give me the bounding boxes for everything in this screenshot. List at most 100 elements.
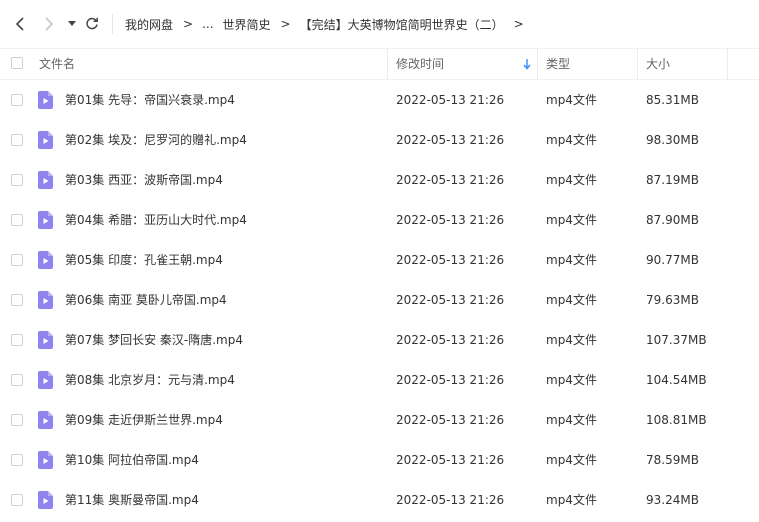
chevron-left-icon (15, 17, 24, 31)
file-type: mp4文件 (546, 93, 597, 107)
nav-divider (112, 14, 113, 34)
row-checkbox[interactable] (11, 294, 23, 306)
file-size: 107.37MB (646, 333, 707, 347)
file-modified: 2022-05-13 21:26 (396, 453, 505, 467)
refresh-button[interactable] (84, 15, 100, 33)
column-divider[interactable] (727, 49, 728, 79)
file-size: 85.31MB (646, 93, 699, 107)
chevron-right-icon (45, 17, 54, 31)
select-all-checkbox[interactable] (11, 57, 23, 69)
breadcrumb-separator: > (183, 17, 194, 31)
file-row[interactable]: 第07集 梦回长安 秦汉-隋唐.mp4 2022-05-13 21:26 mp4文件… (0, 320, 759, 360)
file-modified: 2022-05-13 21:26 (396, 493, 505, 507)
file-name[interactable]: 第11集 奥斯曼帝国.mp4 (65, 480, 199, 520)
file-type: mp4文件 (546, 453, 597, 467)
file-size: 104.54MB (646, 373, 707, 387)
column-divider[interactable] (387, 49, 388, 79)
video-file-icon (38, 131, 53, 149)
row-checkbox[interactable] (11, 214, 23, 226)
file-name[interactable]: 第04集 希腊：亚历山大时代.mp4 (65, 200, 247, 240)
file-size: 78.59MB (646, 453, 699, 467)
back-button[interactable] (12, 15, 28, 33)
row-checkbox[interactable] (11, 254, 23, 266)
column-divider[interactable] (637, 49, 638, 79)
row-checkbox[interactable] (11, 174, 23, 186)
column-type[interactable]: 类型 (546, 49, 570, 79)
column-modified[interactable]: 修改时间 (396, 49, 444, 79)
file-size: 93.24MB (646, 493, 699, 507)
file-modified: 2022-05-13 21:26 (396, 413, 505, 427)
file-row[interactable]: 第10集 阿拉伯帝国.mp4 2022-05-13 21:26 mp4文件 78.59… (0, 440, 759, 480)
file-row[interactable]: 第06集 南亚 莫卧儿帝国.mp4 2022-05-13 21:26 mp4文件 79… (0, 280, 759, 320)
column-size[interactable]: 大小 (646, 49, 670, 79)
video-file-icon (38, 251, 53, 269)
column-header: 文件名 修改时间 类型 大小 (0, 49, 759, 80)
caret-down-icon (68, 21, 76, 26)
video-file-icon (38, 171, 53, 189)
file-name[interactable]: 第07集 梦回长安 秦汉-隋唐.mp4 (65, 320, 243, 360)
file-type: mp4文件 (546, 173, 597, 187)
file-row[interactable]: 第01集 先导：帝国兴衰录.mp4 2022-05-13 21:26 mp4文件 85… (0, 80, 759, 120)
file-name[interactable]: 第05集 印度：孔雀王朝.mp4 (65, 240, 223, 280)
row-checkbox[interactable] (11, 494, 23, 506)
file-row[interactable]: 第03集 西亚：波斯帝国.mp4 2022-05-13 21:26 mp4文件 87.… (0, 160, 759, 200)
row-checkbox[interactable] (11, 94, 23, 106)
file-row[interactable]: 第09集 走近伊斯兰世界.mp4 2022-05-13 21:26 mp4文件 108… (0, 400, 759, 440)
video-file-icon (38, 411, 53, 429)
file-row[interactable]: 第04集 希腊：亚历山大时代.mp4 2022-05-13 21:26 mp4文件 8… (0, 200, 759, 240)
breadcrumb-item-root[interactable]: 我的网盘 (125, 16, 173, 33)
row-checkbox[interactable] (11, 334, 23, 346)
history-dropdown-button[interactable] (67, 18, 77, 30)
refresh-icon (86, 17, 98, 30)
breadcrumb-ellipsis[interactable]: ... (202, 17, 213, 31)
file-modified: 2022-05-13 21:26 (396, 133, 505, 147)
file-size: 108.81MB (646, 413, 707, 427)
sort-down-arrow-icon[interactable] (523, 58, 531, 70)
row-checkbox[interactable] (11, 374, 23, 386)
file-name[interactable]: 第03集 西亚：波斯帝国.mp4 (65, 160, 223, 200)
file-name[interactable]: 第08集 北京岁月：元与清.mp4 (65, 360, 235, 400)
row-checkbox[interactable] (11, 414, 23, 426)
file-list: 第01集 先导：帝国兴衰录.mp4 2022-05-13 21:26 mp4文件 85… (0, 80, 759, 520)
column-name[interactable]: 文件名 (39, 49, 75, 79)
file-row[interactable]: 第02集 埃及：尼罗河的赠礼.mp4 2022-05-13 21:26 mp4文件 9… (0, 120, 759, 160)
breadcrumb-separator: > (513, 17, 524, 31)
forward-button[interactable] (41, 15, 57, 33)
navigation-bar: 我的网盘 > ... 世界简史 > 【完结】大英博物馆简明世界史（二） > (0, 0, 759, 49)
video-file-icon (38, 291, 53, 309)
video-file-icon (38, 491, 53, 509)
file-name[interactable]: 第06集 南亚 莫卧儿帝国.mp4 (65, 280, 227, 320)
video-file-icon (38, 331, 53, 349)
file-type: mp4文件 (546, 293, 597, 307)
file-modified: 2022-05-13 21:26 (396, 333, 505, 347)
breadcrumb-item-current[interactable]: 【完结】大英博物馆简明世界史（二） (300, 16, 504, 33)
file-name[interactable]: 第01集 先导：帝国兴衰录.mp4 (65, 80, 235, 120)
file-type: mp4文件 (546, 213, 597, 227)
file-modified: 2022-05-13 21:26 (396, 373, 505, 387)
column-divider[interactable] (537, 49, 538, 79)
file-row[interactable]: 第05集 印度：孔雀王朝.mp4 2022-05-13 21:26 mp4文件 90.… (0, 240, 759, 280)
file-modified: 2022-05-13 21:26 (396, 93, 505, 107)
file-size: 90.77MB (646, 253, 699, 267)
row-checkbox[interactable] (11, 454, 23, 466)
file-type: mp4文件 (546, 133, 597, 147)
file-row[interactable]: 第11集 奥斯曼帝国.mp4 2022-05-13 21:26 mp4文件 93.24… (0, 480, 759, 520)
file-row[interactable]: 第08集 北京岁月：元与清.mp4 2022-05-13 21:26 mp4文件 10… (0, 360, 759, 400)
video-file-icon (38, 451, 53, 469)
file-type: mp4文件 (546, 493, 597, 507)
file-name[interactable]: 第09集 走近伊斯兰世界.mp4 (65, 400, 223, 440)
breadcrumb-separator: > (280, 17, 291, 31)
file-type: mp4文件 (546, 253, 597, 267)
row-checkbox[interactable] (11, 134, 23, 146)
file-modified: 2022-05-13 21:26 (396, 253, 505, 267)
breadcrumb-item-world-history[interactable]: 世界简史 (223, 16, 271, 33)
file-modified: 2022-05-13 21:26 (396, 293, 505, 307)
file-size: 79.63MB (646, 293, 699, 307)
video-file-icon (38, 371, 53, 389)
file-size: 87.19MB (646, 173, 699, 187)
file-name[interactable]: 第02集 埃及：尼罗河的赠礼.mp4 (65, 120, 247, 160)
file-size: 87.90MB (646, 213, 699, 227)
file-type: mp4文件 (546, 413, 597, 427)
file-name[interactable]: 第10集 阿拉伯帝国.mp4 (65, 440, 199, 480)
file-size: 98.30MB (646, 133, 699, 147)
